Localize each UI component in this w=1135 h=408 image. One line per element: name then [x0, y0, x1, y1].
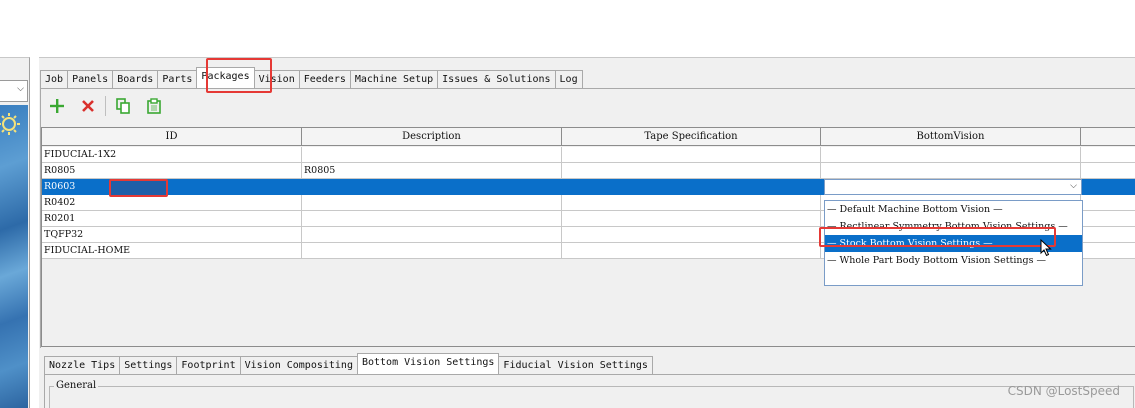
cell-extra — [1081, 243, 1135, 259]
packages-toolbar — [46, 94, 174, 118]
column-header-description[interactable]: Description — [302, 128, 562, 146]
cell-tape-specification[interactable] — [562, 147, 821, 163]
package-detail-tab-bar: Nozzle Tips Settings Footprint Vision Co… — [44, 353, 653, 374]
cell-id[interactable]: TQFP32 — [42, 227, 302, 243]
column-header-bottom-vision[interactable]: BottomVision — [821, 128, 1081, 146]
copy-package-button[interactable] — [112, 95, 134, 117]
tab-boards[interactable]: Boards — [112, 70, 159, 88]
bottom-vision-combo[interactable]: ⌵ — [824, 179, 1082, 195]
cell-tape-specification[interactable] — [562, 211, 821, 227]
column-header-tape-specification[interactable]: Tape Specification — [562, 128, 821, 146]
table-header: ID Description Tape Specification Bottom… — [42, 128, 1135, 146]
dropdown-option-default-machine-bottom-vision[interactable]: — Default Machine Bottom Vision — — [825, 201, 1082, 218]
cell-description[interactable] — [302, 243, 562, 259]
tab-fiducial-vision-settings[interactable]: Fiducial Vision Settings — [498, 356, 653, 374]
tab-job[interactable]: Job — [40, 70, 69, 88]
tab-log[interactable]: Log — [554, 70, 583, 88]
column-header-id[interactable]: ID — [42, 128, 302, 146]
left-panel: ⌵ — [0, 57, 30, 408]
chevron-down-icon[interactable]: ⌵ — [17, 84, 24, 94]
packages-tab-content: ID Description Tape Specification Bottom… — [40, 88, 1135, 348]
cell-bottom-vision[interactable] — [821, 163, 1081, 179]
sun-icon — [0, 113, 20, 135]
tab-nozzle-tips[interactable]: Nozzle Tips — [44, 356, 121, 374]
cell-extra — [1081, 227, 1135, 243]
cell-id[interactable]: R0805 — [42, 163, 302, 179]
main-tab-bar: Job Panels Boards Parts Packages Vision … — [40, 67, 583, 88]
highlight-box-stock-option — [819, 227, 1056, 247]
paste-package-button[interactable] — [143, 95, 165, 117]
cell-id[interactable]: FIDUCIAL-HOME — [42, 243, 302, 259]
highlight-box-r0603 — [109, 179, 168, 197]
cell-extra — [1081, 179, 1135, 195]
cell-description[interactable] — [302, 147, 562, 163]
top-blank-area — [0, 0, 1135, 57]
camera-preview — [0, 105, 28, 408]
tab-feeders[interactable]: Feeders — [298, 70, 351, 88]
mouse-cursor-icon — [1040, 239, 1052, 257]
cell-id[interactable]: R0402 — [42, 195, 302, 211]
cell-tape-specification[interactable] — [562, 163, 821, 179]
cell-extra — [1081, 163, 1135, 179]
cell-tape-specification[interactable] — [562, 179, 821, 195]
column-header-extra — [1081, 128, 1135, 146]
plus-icon — [50, 99, 64, 113]
general-group-box — [49, 386, 1134, 408]
cell-extra — [1081, 147, 1135, 163]
bottom-vision-settings-content: General — [44, 374, 1135, 408]
tab-bottom-vision-settings[interactable]: Bottom Vision Settings — [356, 353, 500, 374]
watermark: CSDN @LostSpeed — [1007, 384, 1120, 398]
cell-id[interactable]: R0201 — [42, 211, 302, 227]
tab-panels[interactable]: Panels — [67, 70, 114, 88]
delete-package-button[interactable] — [77, 95, 99, 117]
tab-parts[interactable]: Parts — [157, 70, 198, 88]
cell-extra — [1081, 195, 1135, 211]
tab-issues-solutions[interactable]: Issues & Solutions — [437, 70, 556, 88]
table-row[interactable]: R0805 R0805 — [42, 163, 1135, 179]
tab-vision-compositing[interactable]: Vision Compositing — [239, 356, 358, 374]
tab-machine-setup[interactable]: Machine Setup — [349, 70, 439, 88]
cell-description[interactable] — [302, 227, 562, 243]
general-group-label: General — [54, 380, 99, 392]
cell-bottom-vision[interactable] — [821, 147, 1081, 163]
cell-extra — [1081, 211, 1135, 227]
cell-tape-specification[interactable] — [562, 195, 821, 211]
x-icon — [82, 100, 94, 112]
cell-description[interactable] — [302, 195, 562, 211]
cell-description[interactable] — [302, 211, 562, 227]
copy-icon — [116, 98, 130, 114]
cell-tape-specification[interactable] — [562, 227, 821, 243]
table-row[interactable]: FIDUCIAL-1X2 — [42, 147, 1135, 163]
tab-footprint[interactable]: Footprint — [176, 356, 241, 374]
paste-icon — [147, 98, 161, 114]
left-combo-box[interactable]: ⌵ — [0, 80, 28, 102]
highlight-box-packages-tab — [206, 58, 272, 93]
add-package-button[interactable] — [46, 95, 68, 117]
tab-settings[interactable]: Settings — [119, 356, 178, 374]
cell-tape-specification[interactable] — [562, 243, 821, 259]
cell-description[interactable]: R0805 — [302, 163, 562, 179]
cell-id[interactable]: R0603 — [42, 179, 302, 195]
table-row-selected[interactable]: R0603 ⌵ — [42, 179, 1135, 195]
toolbar-separator — [105, 96, 106, 116]
cell-description[interactable] — [302, 179, 562, 195]
chevron-down-icon[interactable]: ⌵ — [1070, 181, 1077, 191]
cell-id[interactable]: FIDUCIAL-1X2 — [42, 147, 302, 163]
